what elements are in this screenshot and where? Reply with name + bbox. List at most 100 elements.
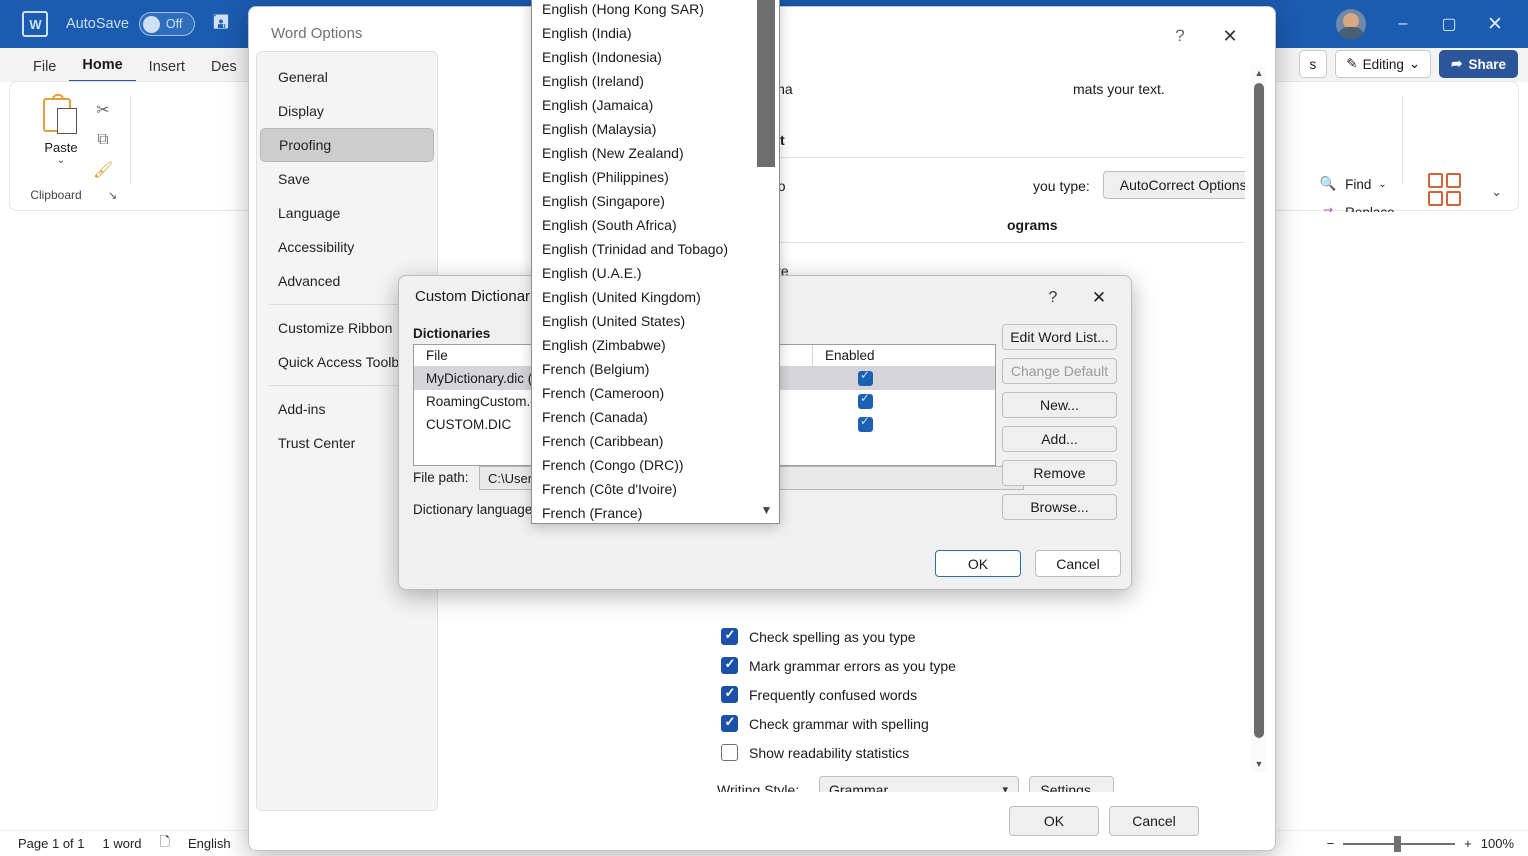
zoom-in-button[interactable]: + — [1464, 836, 1472, 851]
truncated-tab[interactable]: s — [1298, 50, 1328, 78]
sidebar-item-accessibility[interactable]: Accessibility — [257, 230, 437, 264]
chevron-down-icon[interactable]: ⌄ — [28, 155, 94, 166]
dropdown-option[interactable]: French (Caribbean) — [532, 429, 754, 453]
word-count[interactable]: 1 word — [103, 836, 142, 851]
custom-dictionaries-cancel-button[interactable]: Cancel — [1035, 550, 1121, 577]
tab-home[interactable]: Home — [69, 53, 136, 82]
zoom-slider-thumb[interactable] — [1394, 835, 1402, 852]
chevron-down-icon[interactable]: ⌄ — [1378, 179, 1386, 190]
dictionary-enabled-cell[interactable] — [812, 368, 995, 386]
dropdown-option[interactable]: English (Malaysia) — [532, 117, 754, 141]
zoom-out-button[interactable]: − — [1327, 836, 1335, 851]
dropdown-scrollbar[interactable]: ▼ — [754, 0, 779, 523]
remove-dictionary-button[interactable]: Remove — [1002, 460, 1117, 486]
language-indicator[interactable]: English — [188, 836, 231, 851]
close-icon[interactable]: ✕ — [1213, 21, 1247, 51]
checkbox-check-grammar-with-spelling[interactable] — [721, 714, 738, 732]
checkbox-row-mark-grammar[interactable]: Mark grammar errors as you type — [721, 656, 956, 674]
grammar-settings-button[interactable]: Settings... — [1029, 776, 1114, 792]
dictionary-language-dropdown[interactable]: English (Hong Kong SAR) English (India) … — [531, 0, 780, 524]
dropdown-option[interactable]: English (India) — [532, 21, 754, 45]
dropdown-option[interactable]: English (South Africa) — [532, 213, 754, 237]
dropdown-option[interactable]: English (Ireland) — [532, 69, 754, 93]
help-icon[interactable]: ? — [1163, 21, 1197, 51]
checkbox-show-readability-statistics[interactable] — [721, 744, 738, 761]
proofing-errors-icon[interactable]: 🗋 — [160, 833, 170, 855]
dropdown-option[interactable]: French (Belgium) — [532, 357, 754, 381]
word-options-cancel-button[interactable]: Cancel — [1109, 806, 1199, 836]
sidebar-item-display[interactable]: Display — [257, 94, 437, 128]
word-options-ok-button[interactable]: OK — [1009, 806, 1099, 836]
scroll-up-arrow-icon[interactable]: ▲ — [1251, 65, 1267, 81]
minimize-button[interactable]: – — [1380, 7, 1426, 41]
zoom-slider[interactable] — [1343, 835, 1456, 852]
dropdown-option[interactable]: French (Cameroon) — [532, 381, 754, 405]
maximize-button[interactable]: ▢ — [1426, 7, 1472, 41]
autosave-toggle[interactable]: Off — [138, 12, 195, 36]
scroll-down-arrow-icon[interactable]: ▼ — [754, 501, 779, 519]
save-icon[interactable]: 🖪 — [213, 8, 229, 40]
checkbox-row-check-spelling[interactable]: Check spelling as you type — [721, 627, 916, 645]
avatar[interactable] — [1336, 9, 1366, 39]
zoom-level-label[interactable]: 100% — [1481, 836, 1514, 851]
dropdown-option[interactable]: French (Congo (DRC)) — [532, 453, 754, 477]
close-button[interactable]: ✕ — [1472, 7, 1518, 41]
checkbox-row-show-readability[interactable]: Show readability statistics — [721, 744, 909, 761]
paste-button[interactable]: Paste ⌄ — [28, 94, 94, 166]
dictionary-enabled-cell[interactable] — [812, 391, 995, 409]
dropdown-option[interactable]: English (Singapore) — [532, 189, 754, 213]
checkbox-mark-grammar-errors[interactable] — [721, 656, 738, 674]
dropdown-option[interactable]: English (Hong Kong SAR) — [532, 0, 754, 21]
scrollbar-thumb[interactable] — [1254, 83, 1264, 738]
sidebar-item-general[interactable]: General — [257, 60, 437, 94]
writing-style-select[interactable]: Grammar ▾ — [819, 776, 1019, 792]
add-dictionary-button[interactable]: Add... — [1002, 426, 1117, 452]
copy-icon[interactable]: ⧉ — [88, 126, 118, 154]
tab-file[interactable]: File — [20, 55, 69, 82]
share-button[interactable]: ➦ Share — [1439, 50, 1518, 78]
custom-dictionaries-ok-button[interactable]: OK — [935, 550, 1021, 577]
browse-button[interactable]: Browse... — [1002, 494, 1117, 520]
edit-word-list-button[interactable]: Edit Word List... — [1002, 324, 1117, 350]
dropdown-option[interactable]: English (U.A.E.) — [532, 261, 754, 285]
dropdown-option[interactable]: English (New Zealand) — [532, 141, 754, 165]
cut-icon[interactable]: ✂ — [88, 96, 118, 124]
editing-mode-button[interactable]: ✎ Editing ⌄ — [1335, 50, 1432, 78]
checkbox-enabled[interactable] — [858, 391, 873, 409]
dropdown-option[interactable]: English (Zimbabwe) — [532, 333, 754, 357]
clipboard-launcher-icon[interactable]: ↘ — [108, 189, 117, 202]
sidebar-item-proofing[interactable]: Proofing — [260, 128, 434, 162]
page-indicator[interactable]: Page 1 of 1 — [18, 836, 85, 851]
add-ins-icon[interactable] — [1425, 170, 1465, 210]
checkbox-check-spelling-as-you-type[interactable] — [721, 627, 738, 645]
scrollbar-thumb[interactable] — [757, 0, 775, 167]
scroll-down-arrow-icon[interactable]: ▼ — [1251, 756, 1267, 772]
dropdown-option[interactable]: English (United Kingdom) — [532, 285, 754, 309]
dropdown-option[interactable]: English (Trinidad and Tobago) — [532, 237, 754, 261]
sidebar-item-save[interactable]: Save — [257, 162, 437, 196]
checkbox-row-frequently-confused[interactable]: Frequently confused words — [721, 685, 917, 703]
dropdown-option[interactable]: French (France) — [532, 501, 754, 523]
find-button[interactable]: 🔍 Find ⌄ — [1318, 170, 1398, 198]
tab-insert[interactable]: Insert — [136, 55, 198, 82]
dropdown-option[interactable]: English (Philippines) — [532, 165, 754, 189]
dropdown-option[interactable]: French (Côte d'Ivoire) — [532, 477, 754, 501]
new-dictionary-button[interactable]: New... — [1002, 392, 1117, 418]
dropdown-option[interactable]: French (Canada) — [532, 405, 754, 429]
sidebar-item-language[interactable]: Language — [257, 196, 437, 230]
dropdown-option[interactable]: English (Indonesia) — [532, 45, 754, 69]
checkbox-enabled[interactable] — [858, 368, 873, 386]
autocorrect-options-button[interactable]: AutoCorrect Options... — [1103, 171, 1245, 199]
word-options-scrollbar[interactable]: ▲ ▼ — [1251, 65, 1267, 772]
checkbox-row-check-grammar-with-spelling[interactable]: Check grammar with spelling — [721, 714, 929, 732]
dropdown-option[interactable]: English (United States) — [532, 309, 754, 333]
help-icon[interactable]: ? — [1037, 284, 1069, 312]
close-icon[interactable]: ✕ — [1083, 284, 1115, 312]
checkbox-frequently-confused-words[interactable] — [721, 685, 738, 703]
dropdown-option[interactable]: English (Jamaica) — [532, 93, 754, 117]
dictionary-enabled-cell[interactable] — [812, 414, 995, 432]
ribbon-collapse-chevron-down-icon[interactable]: ⌄ — [1491, 184, 1502, 200]
format-painter-icon[interactable]: 🖌 — [88, 156, 118, 184]
tab-design[interactable]: Des — [198, 55, 250, 82]
checkbox-enabled[interactable] — [858, 414, 873, 432]
